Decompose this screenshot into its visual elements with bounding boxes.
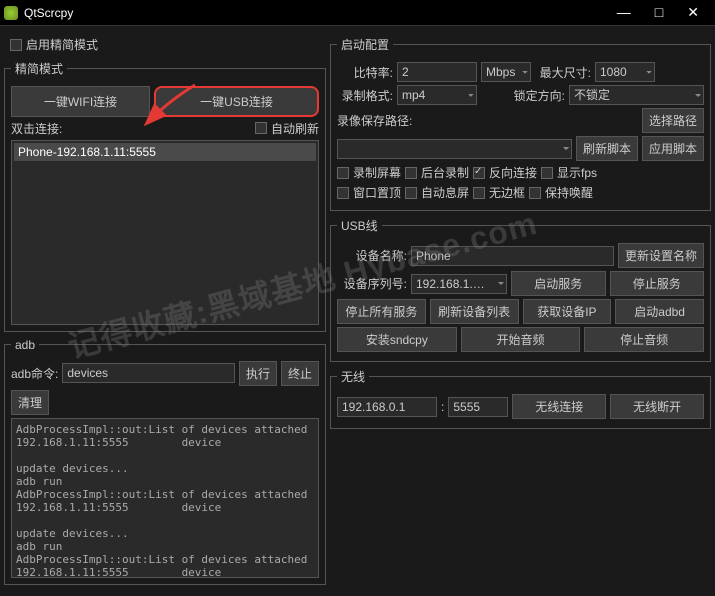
no-border-checkbox[interactable]: 无边框 bbox=[473, 184, 525, 201]
stop-audio-button[interactable]: 停止音频 bbox=[584, 327, 704, 352]
show-fps-checkbox[interactable]: 显示fps bbox=[541, 164, 597, 181]
adb-group: adb adb命令: 执行 终止 清理 AdbProcessImpl::out:… bbox=[4, 338, 326, 585]
launch-config-group: 启动配置 比特率: Mbps 最大尺寸: 1080 录制格式: mp4 锁定方向… bbox=[330, 36, 711, 211]
terminate-button[interactable]: 终止 bbox=[281, 361, 319, 386]
wireless-group: 无线 : 无线连接 无线断开 bbox=[330, 368, 711, 429]
recformat-select[interactable]: mp4 bbox=[397, 85, 477, 105]
port-input[interactable] bbox=[448, 397, 508, 417]
wifi-connect-button[interactable]: 一键WIFI连接 bbox=[11, 86, 150, 117]
usb-connect-button[interactable]: 一键USB连接 bbox=[154, 86, 319, 117]
script-select[interactable] bbox=[337, 139, 572, 159]
device-item[interactable]: Phone-192.168.1.11:5555 bbox=[14, 143, 316, 161]
titlebar: QtScrcpy — □ ✕ bbox=[0, 0, 715, 26]
wireless-disconnect-button[interactable]: 无线断开 bbox=[610, 394, 704, 419]
reverse-conn-checkbox[interactable]: 反向连接 bbox=[473, 164, 537, 181]
app-title: QtScrcpy bbox=[24, 6, 617, 20]
refresh-devlist-button[interactable]: 刷新设备列表 bbox=[430, 299, 519, 324]
keep-wake-checkbox[interactable]: 保持唤醒 bbox=[529, 184, 593, 201]
update-name-button[interactable]: 更新设置名称 bbox=[618, 243, 704, 268]
clear-button[interactable]: 清理 bbox=[11, 390, 49, 415]
refresh-script-button[interactable]: 刷新脚本 bbox=[576, 136, 638, 161]
apply-script-button[interactable]: 应用脚本 bbox=[642, 136, 704, 161]
auto-refresh-checkbox[interactable]: 自动刷新 bbox=[255, 120, 319, 137]
devname-label: 设备名称: bbox=[337, 247, 407, 264]
exec-button[interactable]: 执行 bbox=[239, 361, 277, 386]
stop-all-button[interactable]: 停止所有服务 bbox=[337, 299, 426, 324]
devname-input[interactable] bbox=[411, 246, 614, 266]
recformat-label: 录制格式: bbox=[337, 87, 393, 104]
bg-record-checkbox[interactable]: 后台录制 bbox=[405, 164, 469, 181]
always-top-checkbox[interactable]: 窗口置顶 bbox=[337, 184, 401, 201]
bitrate-input[interactable] bbox=[397, 62, 477, 82]
adb-command-input[interactable] bbox=[62, 363, 235, 383]
wireless-connect-button[interactable]: 无线连接 bbox=[512, 394, 606, 419]
bitrate-label: 比特率: bbox=[337, 64, 393, 81]
app-icon bbox=[4, 6, 18, 20]
devserial-label: 设备序列号: bbox=[337, 275, 407, 292]
usb-group: USB线 设备名称: 更新设置名称 设备序列号: 192.168.1.… 启动服… bbox=[330, 217, 711, 362]
maximize-button[interactable]: □ bbox=[655, 4, 663, 21]
dblclick-label: 双击连接: bbox=[11, 120, 62, 137]
auto-sleep-checkbox[interactable]: 自动息屏 bbox=[405, 184, 469, 201]
record-screen-checkbox[interactable]: 录制屏幕 bbox=[337, 164, 401, 181]
select-path-button[interactable]: 选择路径 bbox=[642, 108, 704, 133]
start-adbd-button[interactable]: 启动adbd bbox=[615, 299, 704, 324]
start-audio-button[interactable]: 开始音频 bbox=[461, 327, 581, 352]
adb-log[interactable]: AdbProcessImpl::out:List of devices atta… bbox=[11, 418, 319, 578]
minimize-button[interactable]: — bbox=[617, 4, 631, 21]
recpath-label: 录像保存路径: bbox=[337, 112, 412, 129]
maxsize-label: 最大尺寸: bbox=[535, 64, 591, 81]
install-sndcpy-button[interactable]: 安装sndcpy bbox=[337, 327, 457, 352]
close-button[interactable]: ✕ bbox=[687, 4, 699, 21]
get-ip-button[interactable]: 获取设备IP bbox=[523, 299, 612, 324]
lockorient-label: 锁定方向: bbox=[481, 87, 565, 104]
devserial-select[interactable]: 192.168.1.… bbox=[411, 274, 507, 294]
adb-cmd-label: adb命令: bbox=[11, 365, 58, 382]
port-sep: : bbox=[441, 400, 444, 414]
ip-input[interactable] bbox=[337, 397, 437, 417]
stop-service-button[interactable]: 停止服务 bbox=[610, 271, 705, 296]
simple-mode-group: 精简模式 一键WIFI连接 一键USB连接 双击连接: 自动刷新 Phone-1… bbox=[4, 60, 326, 332]
device-list[interactable]: Phone-192.168.1.11:5555 bbox=[11, 140, 319, 325]
lockorient-select[interactable]: 不锁定 bbox=[569, 85, 704, 105]
start-service-button[interactable]: 启动服务 bbox=[511, 271, 606, 296]
bitrate-unit-select[interactable]: Mbps bbox=[481, 62, 531, 82]
maxsize-select[interactable]: 1080 bbox=[595, 62, 655, 82]
simple-mode-checkbox[interactable]: 启用精简模式 bbox=[10, 36, 98, 53]
